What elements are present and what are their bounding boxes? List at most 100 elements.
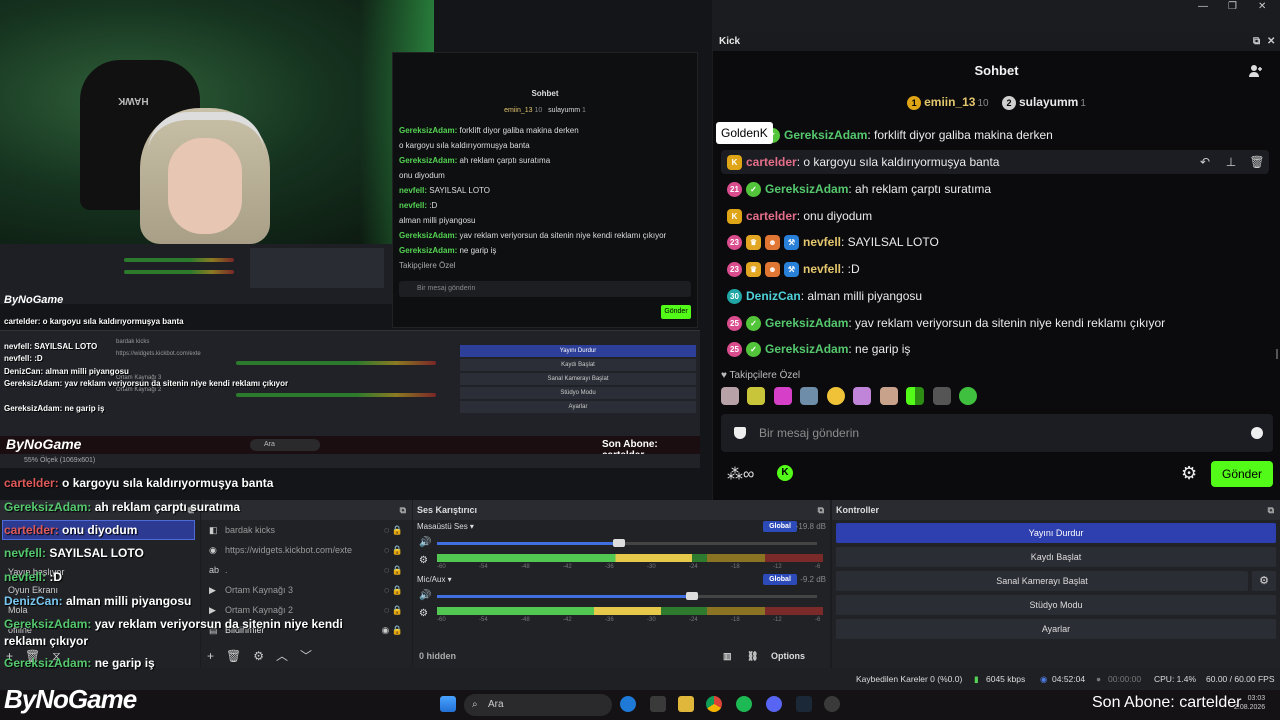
source-item[interactable]: ▤ Bildirimler ◉ 🔒 — [209, 620, 405, 640]
emote-icon[interactable] — [773, 387, 792, 405]
chat-username[interactable]: nevfell — [803, 235, 841, 249]
chat-input[interactable]: Bir mesaj gönderin — [721, 414, 1273, 452]
chat-username[interactable]: GereksizAdam — [765, 342, 848, 356]
users-icon[interactable] — [1248, 63, 1264, 79]
chat-username[interactable]: GereksizAdam — [765, 316, 848, 330]
emote-icon[interactable] — [721, 387, 739, 405]
gear-icon[interactable]: ⚙ — [253, 649, 264, 663]
gear-icon[interactable]: ⚙ — [1252, 571, 1276, 591]
spotify-icon[interactable] — [736, 696, 752, 712]
chat-message[interactable]: Kcartelder: o kargoyu sıla kaldırıyormuş… — [727, 151, 999, 173]
clock[interactable]: 03:03 2.08.2026 — [1234, 694, 1265, 712]
chat-message[interactable]: 23 ♛ ☻ ⚒ nevfell: SAYILSAL LOTO — [727, 231, 939, 253]
windows-start-icon[interactable] — [440, 696, 456, 712]
volume-slider[interactable] — [437, 539, 817, 547]
emoji-icon[interactable] — [1251, 427, 1263, 439]
add-icon[interactable]: + — [207, 649, 214, 663]
taskbar-search[interactable]: ⌕ Ara — [464, 694, 612, 716]
emote-icon[interactable] — [906, 387, 925, 405]
visibility-lock-icons[interactable]: ◌ 🔒 — [384, 520, 403, 540]
visibility-lock-icons[interactable]: ◌ 🔒 — [384, 540, 403, 560]
source-item[interactable]: ab. ◌ 🔒 — [209, 560, 405, 580]
global-badge[interactable]: Global — [763, 574, 797, 585]
emote-icon[interactable] — [932, 387, 951, 405]
gear-icon[interactable]: ⚙ — [1181, 463, 1197, 484]
shield-icon[interactable] — [734, 427, 746, 439]
chat-message[interactable]: 25 ✓ GereksizAdam: ne garip iş — [727, 338, 910, 360]
chat-username[interactable]: DenizCan — [746, 289, 801, 303]
volume-icon[interactable]: 🔊 — [419, 537, 431, 548]
source-item[interactable]: ▶ Ortam Kaynağı 3 ◌ 🔒 — [209, 580, 405, 600]
emote-icon[interactable] — [879, 387, 898, 405]
volume-slider[interactable] — [437, 592, 817, 600]
chat-username[interactable]: GereksizAdam — [784, 128, 867, 142]
visibility-lock-icons[interactable]: ◌ 🔒 — [384, 560, 403, 580]
popout-icon[interactable]: ⧉ — [188, 500, 194, 520]
start-virtual-camera-button[interactable]: Sanal Kamerayı Başlat — [836, 571, 1248, 591]
obs-icon[interactable] — [824, 696, 840, 712]
kick-logo-icon[interactable]: K — [777, 465, 793, 481]
popout-icon[interactable]: ⧉ — [1253, 33, 1260, 51]
emote-icon[interactable] — [959, 387, 978, 405]
leaderboard-name[interactable]: emiin_13 — [924, 95, 975, 109]
chat-username[interactable]: GereksizAdam — [765, 182, 848, 196]
task-view-icon[interactable] — [650, 696, 666, 712]
source-item[interactable]: ◧ bardak kicks ◌ 🔒 — [209, 520, 405, 540]
scene-item-active[interactable] — [2, 520, 195, 540]
chat-scrollbar[interactable] — [1276, 349, 1278, 359]
volume-icon[interactable]: 🔊 — [419, 590, 431, 601]
trash-icon[interactable]: 🗑 — [226, 649, 241, 663]
restore-icon[interactable]: ❐ — [1228, 1, 1237, 12]
pin-icon[interactable]: ⊥ — [1218, 155, 1244, 169]
chat-message[interactable]: 30 DenizCan: alman milli piyangosu — [727, 285, 922, 307]
volume-knob[interactable] — [685, 592, 698, 600]
visibility-lock-icons[interactable]: ◌ 🔒 — [384, 580, 403, 600]
gear-icon[interactable]: ⚙ — [419, 608, 428, 619]
discord-icon[interactable] — [766, 696, 782, 712]
chat-username[interactable]: cartelder — [746, 155, 797, 169]
source-item[interactable]: ▶ Ortam Kaynağı 2 ◌ 🔒 — [209, 600, 405, 620]
volume-knob[interactable] — [613, 539, 626, 547]
visibility-lock-icons[interactable]: ◌ 🔒 — [384, 600, 403, 620]
kick-points-icon[interactable]: ⁂∞ — [727, 464, 754, 484]
link-icon[interactable]: ⛓ — [747, 644, 758, 668]
chat-message[interactable]: Kcartelder: onu diyodum — [727, 205, 872, 227]
emote-icon[interactable] — [747, 387, 766, 405]
layout-icon[interactable]: ▥ — [723, 644, 732, 668]
popout-icon[interactable]: ⧉ — [1268, 500, 1274, 520]
studio-mode-button[interactable]: Stüdyo Modu — [836, 595, 1276, 615]
global-badge[interactable]: Global — [763, 521, 797, 532]
source-item[interactable]: ◉ https://widgets.kickbot.com/exte ◌ 🔒 — [209, 540, 405, 560]
close-icon[interactable]: ✕ — [1258, 1, 1266, 12]
chat-username[interactable]: nevfell — [803, 262, 841, 276]
chat-message[interactable]: 25 ✓ GereksizAdam: yav reklam veriyorsun d… — [727, 312, 1165, 334]
start-recording-button[interactable]: Kaydı Başlat — [836, 547, 1276, 567]
reply-icon[interactable]: ↶ — [1192, 155, 1218, 169]
settings-button[interactable]: Ayarlar — [836, 619, 1276, 639]
chrome-icon[interactable] — [706, 696, 722, 712]
delete-icon[interactable]: 🗑 — [1244, 155, 1270, 169]
up-icon[interactable]: ︿ — [276, 649, 288, 663]
popout-icon[interactable]: ⧉ — [818, 500, 824, 520]
send-button[interactable]: Gönder — [1211, 461, 1273, 487]
chat-username[interactable]: cartelder — [746, 209, 797, 223]
emote-icon[interactable] — [853, 387, 872, 405]
close-icon[interactable]: ✕ — [1267, 33, 1275, 51]
folder-icon[interactable] — [678, 696, 694, 712]
edge-icon[interactable] — [620, 696, 636, 712]
filter-icon[interactable]: ⧖ — [52, 649, 60, 663]
add-icon[interactable]: + — [6, 649, 13, 663]
visibility-lock-icons[interactable]: ◉ 🔒 — [381, 620, 403, 640]
emote-icon[interactable] — [800, 387, 819, 405]
down-icon[interactable]: ﹀ — [300, 649, 312, 663]
minimize-icon[interactable]: — — [1198, 1, 1208, 12]
scene-item[interactable]: Oyun Ekranı — [2, 580, 195, 600]
popout-icon[interactable]: ⧉ — [400, 500, 406, 520]
emote-icon[interactable] — [826, 387, 845, 405]
scene-item[interactable]: Yayın başlıyor — [2, 562, 195, 582]
gear-icon[interactable]: ⚙ — [419, 555, 428, 566]
chat-message[interactable]: 21 ✓ GereksizAdam: ah reklam çarptı suratı… — [727, 178, 991, 200]
scene-item[interactable]: offline — [2, 620, 195, 640]
leaderboard-name[interactable]: sulayumm — [1019, 95, 1078, 109]
stop-stream-button[interactable]: Yayını Durdur — [836, 523, 1276, 543]
